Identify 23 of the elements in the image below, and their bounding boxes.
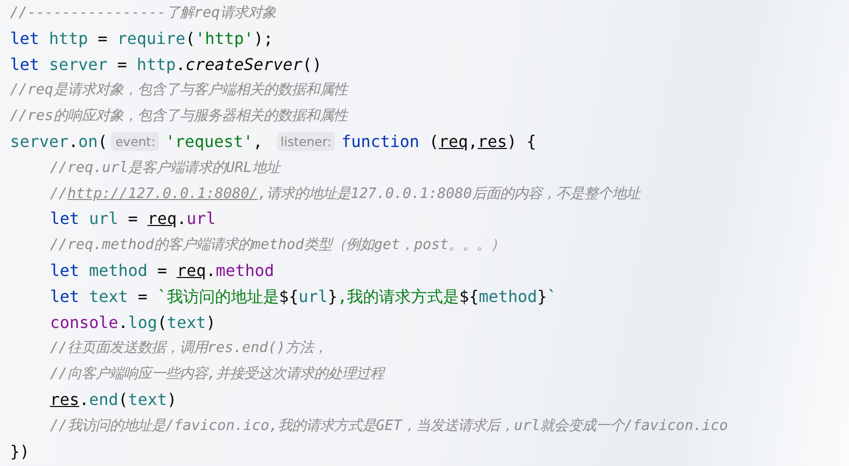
code-line: console.log(text) — [50, 312, 216, 334]
code-comment: //我访问的地址是/favicon.ico,我的请求方式是GET，当发送请求后，url就会变成一个/favicon.ico — [50, 416, 728, 436]
code-line: let method = req.method — [50, 260, 274, 282]
code-line: let text = `我访问的地址是${url},我的请求方式是${method}` — [50, 286, 557, 308]
code-line: 'request', — [165, 130, 264, 153]
code-line: res.end(text) — [50, 388, 177, 411]
code-comment: //向客户端响应一些内容,并接受这次请求的处理过程 — [50, 364, 384, 384]
parameter-hint: event: — [111, 132, 160, 152]
code-comment: //http://127.0.0.1:8080/,请求的地址是127.0.0.1:8080后面的内容，不是整个地址 — [50, 184, 640, 204]
code-line: server.on( — [10, 130, 108, 153]
code-comment: //----------------了解req请求对象 — [10, 4, 276, 23]
parameter-hint: listener: — [276, 132, 336, 152]
code-comment: //res的响应对象，包含了与服务器相关的数据和属性 — [10, 106, 348, 126]
code-line: }) — [10, 440, 30, 463]
code-line: function (req,res) { — [341, 130, 536, 153]
code-comment: //req.url是客户端请求的URL地址 — [50, 158, 280, 178]
code-line: let server = http.createServer() — [10, 54, 322, 76]
code-line: let url = req.url — [50, 208, 216, 230]
code-comment: //req是请求对象，包含了与客户端相关的数据和属性 — [10, 80, 348, 100]
link[interactable]: http://127.0.0.1:8080/ — [67, 186, 258, 202]
code-comment: //req.method的客户端请求的method类型（例如get，post。。。） — [50, 236, 505, 256]
code-comment: //往页面发送数据，调用res.end()方法， — [50, 338, 328, 358]
code-line: let http = require('http'); — [10, 28, 274, 50]
